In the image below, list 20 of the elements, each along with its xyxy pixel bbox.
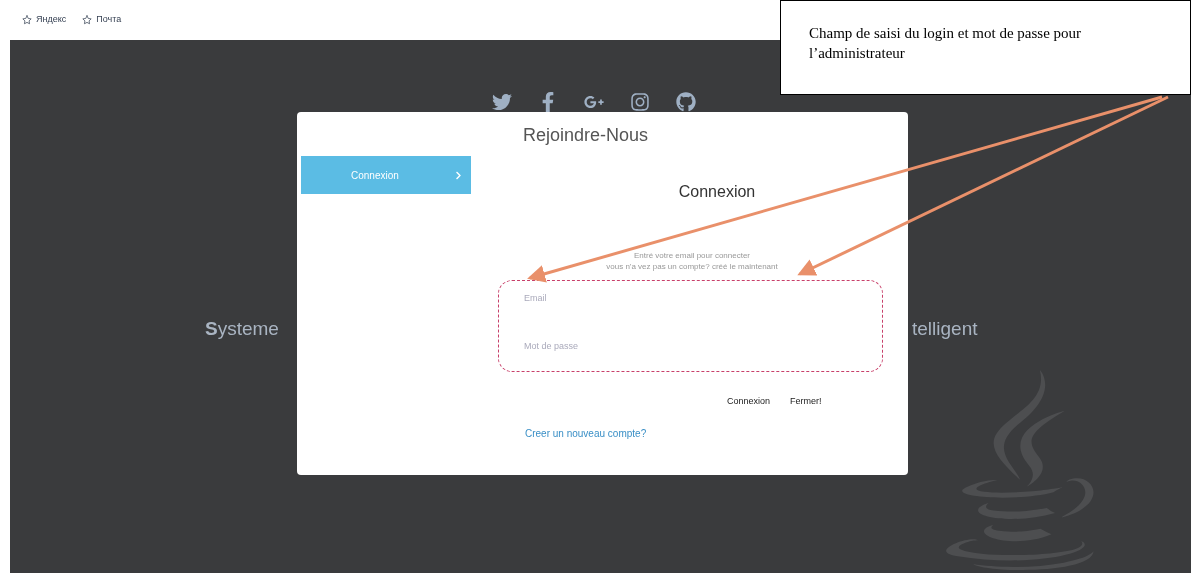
instagram-icon[interactable] — [630, 92, 650, 112]
input-field[interactable]: Email — [512, 287, 862, 309]
intro-text: Entré votre email pour connecter — [633, 250, 751, 261]
twitter-icon[interactable] — [492, 92, 512, 112]
bookmark-link[interactable]: Яндекс — [36, 13, 67, 27]
star-icon — [22, 15, 32, 25]
github-icon[interactable] — [676, 92, 696, 112]
annotation-callout: Champ de saisi du login et mot de passe pour l’administrateur — [780, 0, 1191, 95]
form-heading: Connexion — [678, 182, 756, 202]
input-field[interactable]: Mot de passe — [512, 335, 862, 357]
bookmark-link[interactable]: Почта — [96, 13, 122, 27]
hero-title-end: telligent — [912, 317, 978, 341]
hero-title-start: Systeme — [205, 317, 279, 341]
dialog-button[interactable]: Fermer! — [790, 395, 822, 409]
intro-text: vous n'a vez pas un compte? créé le maintenant — [606, 261, 778, 272]
dialog-button[interactable]: Connexion — [727, 395, 771, 409]
modal-title: Rejoindre-Nous — [523, 124, 649, 147]
chevron-icon — [454, 170, 463, 180]
star-icon — [82, 15, 93, 25]
create-account-link[interactable]: Creer un nouveau compte? — [525, 426, 647, 441]
